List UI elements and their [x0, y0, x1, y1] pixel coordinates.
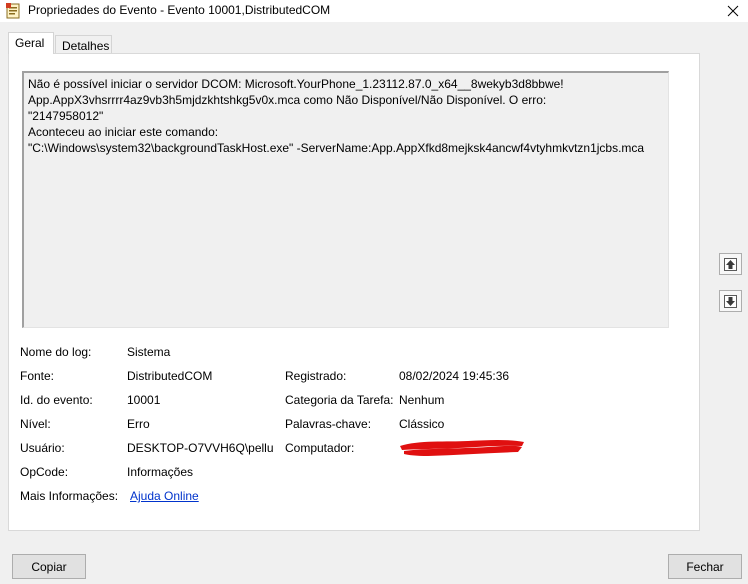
logged-label: Registrado: [285, 369, 347, 383]
event-description[interactable]: Não é possível iniciar o servidor DCOM: … [22, 71, 669, 328]
redaction-scribble [398, 436, 526, 460]
next-event-button[interactable] [719, 290, 742, 312]
tab-details[interactable]: Detalhes [55, 35, 112, 55]
copy-button[interactable]: Copiar [12, 554, 86, 579]
description-line: Não é possível iniciar o servidor DCOM: … [28, 77, 564, 91]
log-name-label: Nome do log: [20, 345, 92, 359]
previous-event-button[interactable] [719, 253, 742, 275]
close-button-label: Fechar [686, 559, 724, 574]
event-id-label: Id. do evento: [20, 393, 93, 407]
online-help-link[interactable]: Ajuda Online [130, 489, 199, 503]
user-value: DESKTOP-O7VVH6Q\pellu [127, 441, 274, 455]
opcode-value: Informações [127, 465, 194, 479]
tab-general[interactable]: Geral [8, 32, 54, 54]
close-icon [727, 5, 739, 17]
keywords-label: Palavras-chave: [285, 417, 372, 431]
copy-button-label: Copiar [31, 559, 67, 574]
description-line: Aconteceu ao iniciar este comando: [28, 125, 219, 139]
task-category-label: Categoria da Tarefa: [285, 393, 394, 407]
description-line: "2147958012" [28, 109, 104, 123]
opcode-label: OpCode: [20, 465, 69, 479]
user-label: Usuário: [20, 441, 65, 455]
close-button[interactable]: Fechar [668, 554, 742, 579]
logged-value: 08/02/2024 19:45:36 [399, 369, 510, 383]
level-value: Erro [127, 417, 150, 431]
description-line: "C:\Windows\system32\backgroundTaskHost.… [28, 141, 645, 155]
event-id-value: 10001 [127, 393, 161, 407]
keywords-value: Clássico [399, 417, 445, 431]
arrow-up-icon [724, 257, 737, 271]
description-line: App.AppX3vhsrrrr4az9vb3h5mjdzkhtshkg5v0x… [28, 93, 547, 107]
more-info-label: Mais Informações: [20, 489, 119, 503]
arrow-down-icon [724, 294, 737, 308]
source-value: DistributedCOM [127, 369, 213, 383]
level-label: Nível: [20, 417, 51, 431]
title-bar: Propriedades do Evento - Evento 10001,Di… [0, 0, 748, 22]
close-window-button[interactable] [718, 0, 748, 22]
event-properties-icon [6, 3, 20, 19]
tab-details-label: Detalhes [62, 39, 110, 53]
task-category-value: Nenhum [399, 393, 445, 407]
log-name-value: Sistema [127, 345, 171, 359]
tab-general-label: Geral [15, 36, 45, 50]
source-label: Fonte: [20, 369, 55, 383]
computer-label: Computador: [285, 441, 355, 455]
window-title: Propriedades do Evento - Evento 10001,Di… [28, 3, 331, 17]
